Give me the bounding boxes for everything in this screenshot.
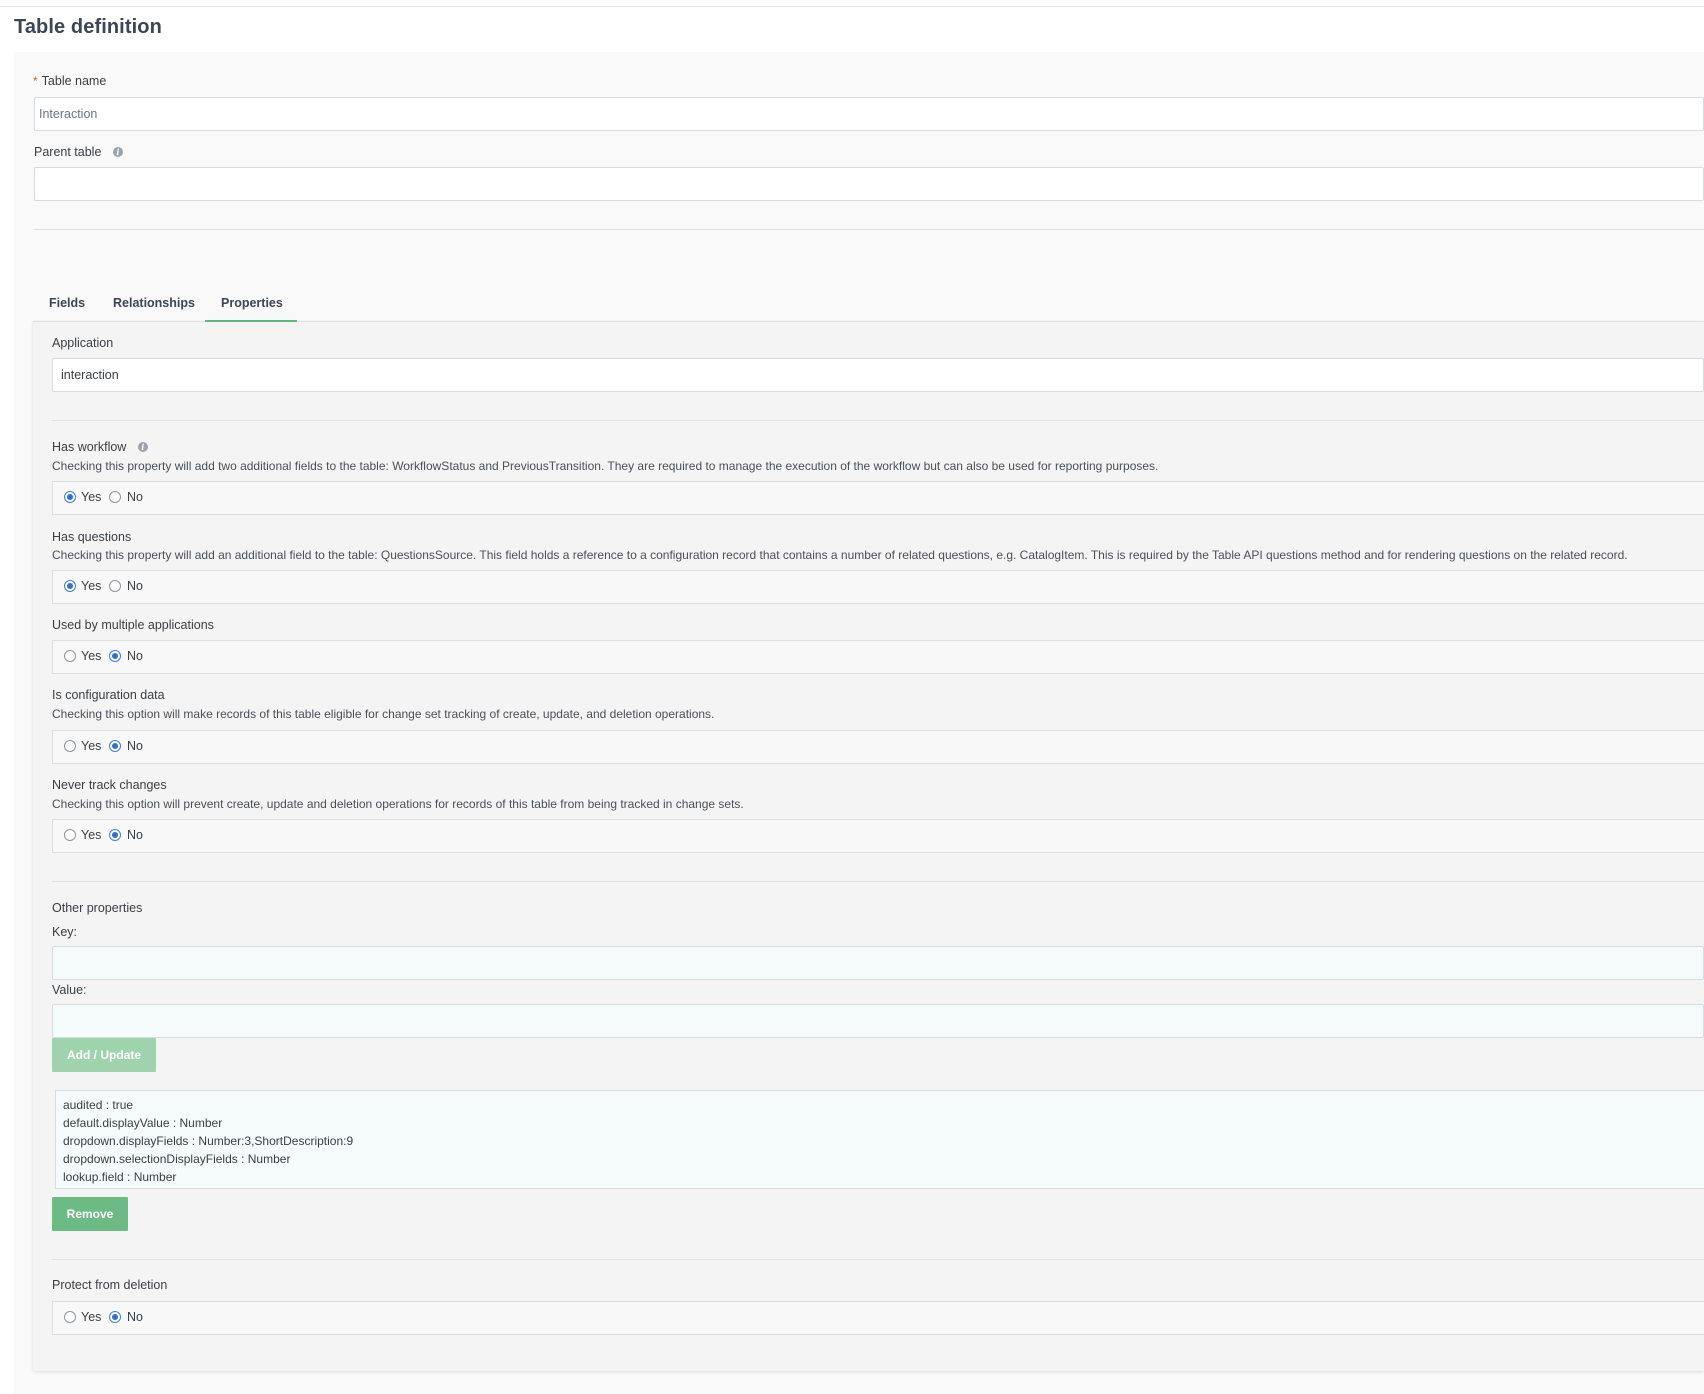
- never-track-changes-yes-radio[interactable]: [64, 829, 76, 841]
- divider: [52, 881, 1704, 882]
- tab-properties[interactable]: Properties: [221, 296, 283, 310]
- required-asterisk: *: [33, 74, 38, 88]
- radio-label-yes: Yes: [81, 579, 102, 593]
- radio-label-no: No: [127, 739, 143, 753]
- is-configuration-data-radio-group: Yes No: [52, 730, 1704, 764]
- value-input[interactable]: [52, 1004, 1704, 1038]
- protect-from-deletion-label: Protect from deletion: [52, 1278, 168, 1292]
- list-item[interactable]: dropdown.selectionDisplayFields : Number: [63, 1150, 1704, 1168]
- has-questions-description: Checking this property will add an addit…: [52, 548, 1628, 562]
- tab-fields[interactable]: Fields: [49, 296, 85, 310]
- is-configuration-data-description: Checking this option will make records o…: [52, 707, 715, 721]
- never-track-changes-label: Never track changes: [52, 778, 167, 792]
- parent-table-input[interactable]: [34, 167, 1704, 201]
- is-configuration-data-yes-radio[interactable]: [64, 740, 76, 752]
- is-configuration-data-no-radio[interactable]: [109, 740, 121, 752]
- used-by-multiple-label: Used by multiple applications: [52, 618, 214, 632]
- active-tab-indicator: [205, 320, 297, 322]
- never-track-changes-description: Checking this option will prevent create…: [52, 797, 744, 811]
- add-update-button[interactable]: Add / Update: [52, 1038, 156, 1072]
- radio-label-yes: Yes: [81, 649, 102, 663]
- radio-label-yes: Yes: [81, 828, 102, 842]
- parent-table-label: Parent table i: [34, 145, 123, 159]
- tab-relationships[interactable]: Relationships: [113, 296, 195, 310]
- divider: [52, 420, 1704, 421]
- has-questions-label: Has questions: [52, 530, 132, 544]
- has-questions-yes-radio[interactable]: [64, 580, 76, 592]
- divider: [52, 1259, 1704, 1260]
- has-questions-radio-group: Yes No: [52, 570, 1704, 604]
- protect-from-deletion-radio-group: Yes No: [52, 1301, 1704, 1335]
- has-workflow-description: Checking this property will add two addi…: [52, 459, 1159, 473]
- used-by-multiple-no-radio[interactable]: [109, 650, 121, 662]
- radio-label-no: No: [127, 1310, 143, 1324]
- properties-listbox[interactable]: audited : true default.displayValue : Nu…: [55, 1090, 1704, 1189]
- table-name-input[interactable]: [34, 97, 1704, 131]
- top-divider: [0, 6, 1704, 7]
- radio-label-yes: Yes: [81, 739, 102, 753]
- divider: [34, 229, 1704, 230]
- is-configuration-data-label: Is configuration data: [52, 688, 165, 702]
- page-title: Table definition: [14, 16, 162, 38]
- radio-label-no: No: [127, 828, 143, 842]
- has-questions-no-radio[interactable]: [109, 580, 121, 592]
- other-properties-label: Other properties: [52, 901, 143, 915]
- has-workflow-no-radio[interactable]: [109, 491, 121, 503]
- list-item[interactable]: audited : true: [63, 1096, 1704, 1114]
- value-label: Value:: [52, 983, 87, 997]
- radio-label-yes: Yes: [81, 490, 102, 504]
- radio-label-no: No: [127, 490, 143, 504]
- info-icon[interactable]: i: [112, 147, 123, 157]
- application-label: Application: [52, 336, 114, 350]
- table-name-label: * Table name: [33, 74, 107, 88]
- has-workflow-label: Has workflow i: [52, 440, 148, 454]
- never-track-changes-no-radio[interactable]: [109, 829, 121, 841]
- list-item[interactable]: lookup.field : Number: [63, 1168, 1704, 1186]
- application-input[interactable]: [52, 358, 1704, 392]
- info-icon[interactable]: i: [137, 442, 148, 452]
- key-input[interactable]: [52, 946, 1704, 980]
- used-by-multiple-yes-radio[interactable]: [64, 650, 76, 662]
- protect-from-deletion-no-radio[interactable]: [109, 1311, 121, 1323]
- remove-button[interactable]: Remove: [52, 1197, 128, 1231]
- never-track-changes-radio-group: Yes No: [52, 819, 1704, 853]
- radio-label-yes: Yes: [81, 1310, 102, 1324]
- radio-label-no: No: [127, 579, 143, 593]
- list-item[interactable]: default.displayValue : Number: [63, 1114, 1704, 1132]
- used-by-multiple-radio-group: Yes No: [52, 640, 1704, 674]
- has-workflow-radio-group: Yes No: [52, 481, 1704, 515]
- list-item[interactable]: dropdown.displayFields : Number:3,ShortD…: [63, 1132, 1704, 1150]
- radio-label-no: No: [127, 649, 143, 663]
- has-workflow-yes-radio[interactable]: [64, 491, 76, 503]
- key-label: Key:: [52, 925, 78, 939]
- protect-from-deletion-yes-radio[interactable]: [64, 1311, 76, 1323]
